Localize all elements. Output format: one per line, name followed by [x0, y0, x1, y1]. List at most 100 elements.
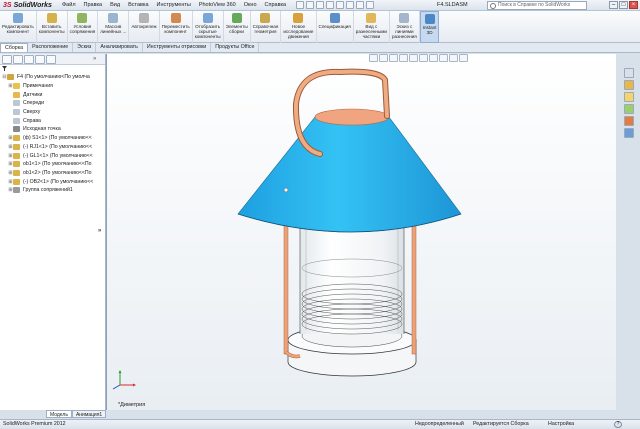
- command-manager-tabs: Сборка Расположение Эскиз Анализировать Инст…: [0, 43, 640, 53]
- new-motion-study-icon: [293, 13, 304, 23]
- tree-item-label: ob1<2> (По умолчанию<<По: [23, 169, 92, 176]
- feature-tree: ⊟ F4 (По умолчанию<По умолча ⊞ Примечания Да…: [0, 73, 105, 195]
- insert-components-button[interactable]: Вставить компоненты: [37, 11, 68, 43]
- tab-office-products[interactable]: Продукты Office: [211, 43, 260, 52]
- tree-node-icon: [13, 83, 20, 90]
- solidworks-logo[interactable]: 3S SolidWorks: [0, 0, 58, 11]
- status-units[interactable]: Настройка: [548, 420, 574, 429]
- instant3d-button[interactable]: Instant 3D: [419, 11, 440, 43]
- new-motion-study-button[interactable]: Новое исследование движения: [281, 11, 317, 43]
- tree-item-label: (-) RJ1<1> (По умолчанию<<: [23, 143, 93, 150]
- tree-node-icon: [13, 161, 20, 168]
- reference-geometry-button[interactable]: Справочная геометрия: [251, 11, 282, 43]
- tree-item[interactable]: ⊞ (-) GL1<1> (По умолчанию<<: [2, 151, 105, 160]
- collapse-panel-icon[interactable]: »: [98, 228, 101, 234]
- design-library-icon[interactable]: [624, 80, 634, 90]
- close-button[interactable]: ×: [629, 1, 638, 9]
- tree-node-icon: [13, 178, 20, 185]
- tree-item-label: (ф) S1<1> (По умолчанию<<: [23, 135, 92, 142]
- menu-help[interactable]: Справка: [261, 2, 291, 8]
- linear-pattern-button[interactable]: Массив линейных ...: [98, 11, 130, 43]
- tree-item[interactable]: ⊞ (ф) S1<1> (По умолчанию<<: [2, 134, 105, 143]
- tree-item[interactable]: ⊞ Группа сопряжений1: [2, 186, 105, 195]
- new-document-icon[interactable]: [296, 1, 305, 9]
- edit-component-button[interactable]: Редактировать компонент: [0, 11, 37, 43]
- tree-item-label: Спереди: [23, 100, 45, 107]
- menu-window[interactable]: Окно: [240, 2, 261, 8]
- tree-filter[interactable]: [0, 65, 105, 73]
- tree-item[interactable]: Датчики: [2, 90, 105, 99]
- file-explorer-icon[interactable]: [624, 92, 634, 102]
- title-menu-bar: 3S SolidWorks Файл Правка Вид Вставка Ин…: [0, 0, 640, 11]
- tab-assembly[interactable]: Сборка: [0, 43, 29, 52]
- reference-geometry-label: Справочная геометрия: [252, 24, 279, 34]
- menu-view[interactable]: Вид: [106, 2, 124, 8]
- tab-evaluate[interactable]: Анализировать: [96, 43, 143, 52]
- custom-properties-icon[interactable]: [624, 128, 634, 138]
- print-icon[interactable]: [326, 1, 335, 9]
- solidworks-resources-icon[interactable]: [624, 68, 634, 78]
- bill-of-materials-button[interactable]: Спецификация: [317, 11, 354, 43]
- menu-edit[interactable]: Правка: [80, 2, 107, 8]
- move-component-button[interactable]: Переместить компонент: [160, 11, 193, 43]
- help-search-input[interactable]: Поиск в Справке по SolidWorks: [487, 1, 587, 10]
- exploded-view-button[interactable]: Вид с разнесенными частями: [354, 11, 390, 43]
- dimxpert-tab-icon[interactable]: [35, 55, 45, 64]
- show-hidden-components-button[interactable]: Отобразить скрытые компоненты: [193, 11, 224, 43]
- feature-manager-tab-icon[interactable]: [2, 55, 12, 64]
- explode-line-sketch-button[interactable]: Эскиз с линиями разнесения: [390, 11, 420, 43]
- tree-item[interactable]: ⊞ (-) OB2<1> (По умолчанию<<: [2, 177, 105, 186]
- menu-file[interactable]: Файл: [58, 2, 80, 8]
- show-hidden-components-icon: [202, 13, 213, 23]
- reference-triad-icon: [112, 370, 136, 390]
- help-icon[interactable]: ?: [614, 421, 622, 428]
- rebuild-icon[interactable]: [356, 1, 365, 9]
- tree-item[interactable]: ⊞ Примечания: [2, 82, 105, 91]
- graphics-area[interactable]: [107, 54, 616, 410]
- tree-item[interactable]: Сверху: [2, 108, 105, 117]
- assembly-features-icon: [231, 13, 242, 23]
- open-icon[interactable]: [306, 1, 315, 9]
- mate-button[interactable]: Условия сопряжения: [68, 11, 99, 43]
- tab-layout[interactable]: Расположение: [28, 43, 74, 52]
- tree-item[interactable]: Исходная точка: [2, 125, 105, 134]
- tree-item[interactable]: ⊞ ob1<1> (По умолчанию<<По: [2, 160, 105, 169]
- configuration-manager-tab-icon[interactable]: [24, 55, 34, 64]
- panel-scroll-arrow-icon[interactable]: »: [93, 55, 103, 64]
- smart-fasteners-button[interactable]: Автокрепеж: [129, 11, 160, 43]
- appearances-icon[interactable]: [624, 116, 634, 126]
- assembly-features-button[interactable]: Элементы сборки: [224, 11, 251, 43]
- tree-node-icon: [13, 135, 20, 142]
- display-manager-tab-icon[interactable]: [46, 55, 56, 64]
- show-hidden-components-label: Отобразить скрытые компоненты: [194, 24, 221, 39]
- tree-item[interactable]: Спереди: [2, 99, 105, 108]
- tree-item-label: Группа сопряжений1: [23, 187, 73, 194]
- tab-sketch[interactable]: Эскиз: [73, 43, 97, 52]
- tree-node-icon: [13, 91, 20, 98]
- lantern-model[interactable]: [107, 54, 616, 410]
- view-palette-icon[interactable]: [624, 104, 634, 114]
- tree-item[interactable]: ⊞ (-) RJ1<1> (По умолчанию<<: [2, 143, 105, 152]
- select-icon[interactable]: [346, 1, 355, 9]
- tree-item[interactable]: ⊞ ob1<2> (По умолчанию<<По: [2, 169, 105, 178]
- save-icon[interactable]: [316, 1, 325, 9]
- window-controls: – □ ×: [609, 1, 638, 9]
- menu-tools[interactable]: Инструменты: [153, 2, 195, 8]
- undo-icon[interactable]: [336, 1, 345, 9]
- status-editing: Редактируется Сборка: [473, 421, 529, 427]
- tree-item[interactable]: ⊟ F4 (По умолчанию<По умолча: [2, 73, 105, 82]
- property-manager-tab-icon[interactable]: [13, 55, 23, 64]
- status-definition: Недоопределенный: [415, 421, 464, 427]
- smart-fasteners-label: Автокрепеж: [131, 24, 157, 29]
- maximize-button[interactable]: □: [619, 1, 628, 9]
- exploded-view-icon: [366, 13, 377, 23]
- status-version: SolidWorks Premium 2012: [3, 421, 66, 427]
- options-icon[interactable]: [366, 1, 375, 9]
- tab-animation1[interactable]: Анимация1: [71, 410, 107, 418]
- minimize-button[interactable]: –: [609, 1, 618, 9]
- menu-photoview[interactable]: PhotoView 360: [195, 2, 240, 8]
- menu-insert[interactable]: Вставка: [124, 2, 152, 8]
- tree-item[interactable]: Справа: [2, 116, 105, 125]
- tab-model[interactable]: Модель: [46, 410, 72, 418]
- tab-sketch-ink[interactable]: Инструменты отрисовки: [143, 43, 212, 52]
